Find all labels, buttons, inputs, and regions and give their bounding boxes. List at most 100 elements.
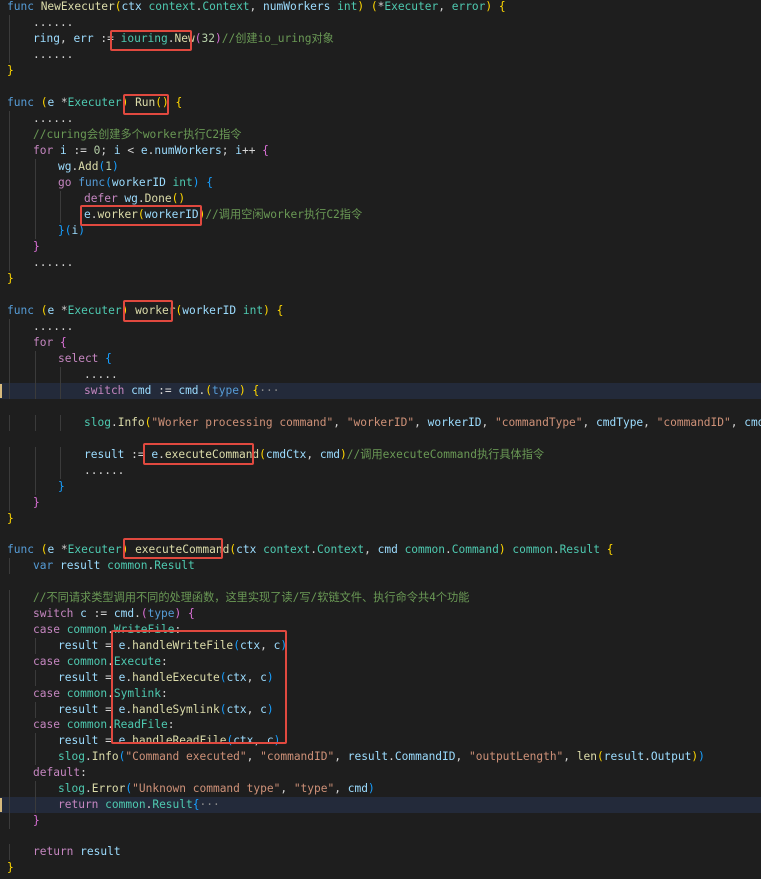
- code-token: switch: [84, 384, 132, 397]
- code-line[interactable]: //curing会创建多个worker执行C2指令: [0, 127, 761, 143]
- indent-guide: [60, 383, 61, 399]
- code-line[interactable]: .....: [0, 367, 761, 383]
- code-line[interactable]: func (e *Executer) Run() {: [0, 95, 761, 111]
- indent-guide: [35, 479, 36, 495]
- code-text: result = e.handleSymlink(ctx, c): [58, 702, 274, 718]
- code-line[interactable]: ring, err := iouring.New(32)//创建io_uring…: [0, 31, 761, 47]
- code-line[interactable]: case common.Execute:: [0, 654, 761, 670]
- code-text: }: [7, 511, 14, 527]
- code-line[interactable]: func (e *Executer) executeCommand(ctx co…: [0, 542, 761, 558]
- code-line[interactable]: result = e.handleWriteFile(ctx, c): [0, 638, 761, 654]
- code-token: ,: [249, 0, 264, 13]
- indent-guide: [9, 638, 10, 654]
- code-line[interactable]: for i := 0; i < e.numWorkers; i++ {: [0, 143, 761, 159]
- code-token: numWorkers: [263, 0, 338, 13]
- code-line[interactable]: select {: [0, 351, 761, 367]
- code-token: ctx: [226, 703, 247, 716]
- code-token: =: [98, 671, 119, 684]
- code-line[interactable]: wg.Add(1): [0, 159, 761, 175]
- code-token: <: [120, 144, 141, 157]
- code-token: ): [78, 224, 85, 237]
- code-token: (: [137, 208, 145, 221]
- code-line[interactable]: ......: [0, 319, 761, 335]
- code-text: slog.Info("Command executed", "commandID…: [58, 749, 705, 765]
- code-line[interactable]: func (e *Executer) worker(workerID int) …: [0, 303, 761, 319]
- code-token: ReadFile: [113, 718, 168, 731]
- indent-guide: [9, 47, 10, 63]
- code-token: int: [337, 0, 358, 13]
- indent-guide: [9, 781, 10, 797]
- code-editor[interactable]: func NewExecuter(ctx context.Context, nu…: [0, 0, 761, 879]
- code-token: (: [259, 448, 266, 461]
- code-line[interactable]: switch c := cmd.(type) {: [0, 606, 761, 622]
- code-line[interactable]: case common.WriteFile:: [0, 622, 761, 638]
- code-line[interactable]: ......: [0, 463, 761, 479]
- code-token: *: [60, 543, 68, 556]
- code-token: //调用空闲worker执行C2指令: [205, 208, 363, 221]
- code-line[interactable]: case common.ReadFile:: [0, 717, 761, 733]
- code-token: ,: [246, 671, 261, 684]
- code-line[interactable]: go func(workerID int) {: [0, 175, 761, 191]
- code-token: {: [206, 176, 214, 189]
- indent-guide: [35, 367, 36, 383]
- indent-guide: [9, 127, 10, 143]
- code-line[interactable]: //不同请求类型调用不同的处理函数，这里实现了读/写/软链文件、执行命令共4个功…: [0, 590, 761, 606]
- code-line[interactable]: ......: [0, 255, 761, 271]
- code-line[interactable]: result = e.handleSymlink(ctx, c): [0, 702, 761, 718]
- code-line[interactable]: }: [0, 511, 761, 527]
- indent-guide: [9, 239, 10, 255]
- code-line[interactable]: var result common.Result: [0, 558, 761, 574]
- code-line[interactable]: }: [0, 495, 761, 511]
- code-line[interactable]: }: [0, 813, 761, 829]
- code-token: ): [280, 639, 288, 652]
- code-line[interactable]: }: [0, 860, 761, 876]
- code-text: func (e *Executer) Run() {: [7, 95, 182, 111]
- code-line[interactable]: ......: [0, 15, 761, 31]
- indent-guide: [35, 223, 36, 239]
- code-line[interactable]: default:: [0, 765, 761, 781]
- code-line[interactable]: }: [0, 239, 761, 255]
- code-token: ): [273, 734, 281, 747]
- code-line[interactable]: result = e.handleExecute(ctx, c): [0, 670, 761, 686]
- code-line[interactable]: }: [0, 63, 761, 79]
- code-token: cmd: [113, 607, 135, 620]
- code-line[interactable]: for {: [0, 335, 761, 351]
- code-text: default:: [33, 765, 87, 781]
- code-line[interactable]: switch cmd := cmd.(type) {···: [0, 383, 761, 399]
- code-token: Context: [316, 543, 365, 556]
- code-line[interactable]: slog.Info("Command executed", "commandID…: [0, 749, 761, 765]
- code-line[interactable]: }: [0, 479, 761, 495]
- indent-guide: [9, 558, 10, 574]
- code-token: defer: [84, 192, 125, 205]
- code-token: result: [84, 448, 125, 461]
- code-line[interactable]: return common.Result{···: [0, 797, 761, 813]
- code-line[interactable]: slog.Info("Worker processing command", "…: [0, 415, 761, 431]
- code-line[interactable]: result = e.handleReadFile(ctx, c): [0, 733, 761, 749]
- indent-guide: [9, 159, 10, 175]
- code-line[interactable]: ......: [0, 111, 761, 127]
- code-line[interactable]: defer wg.Done(): [0, 191, 761, 207]
- code-line[interactable]: }(i): [0, 223, 761, 239]
- code-token: ,: [253, 734, 267, 747]
- indent-guide: [60, 447, 61, 463]
- code-token: c: [260, 671, 267, 684]
- code-line[interactable]: slog.Error("Unknown command type", "type…: [0, 781, 761, 797]
- code-token: result: [58, 639, 99, 652]
- code-token: executeCommand: [164, 448, 260, 461]
- code-token: slog: [58, 782, 85, 795]
- code-line[interactable]: func NewExecuter(ctx context.Context, nu…: [0, 0, 761, 15]
- code-line[interactable]: result := e.executeCommand(cmdCtx, cmd)/…: [0, 447, 761, 463]
- code-token: Done: [144, 192, 172, 205]
- code-line[interactable]: ......: [0, 47, 761, 63]
- indent-guide: [35, 351, 36, 367]
- indent-guide: [9, 367, 10, 383]
- code-line[interactable]: case common.Symlink:: [0, 686, 761, 702]
- code-line[interactable]: e.worker(workerID)//调用空闲worker执行C2指令: [0, 207, 761, 223]
- code-token: (: [64, 224, 72, 237]
- code-token: result: [603, 750, 645, 763]
- code-line[interactable]: return result: [0, 844, 761, 860]
- code-text: switch cmd := cmd.(type) {···: [84, 383, 279, 399]
- code-line[interactable]: }: [0, 271, 761, 287]
